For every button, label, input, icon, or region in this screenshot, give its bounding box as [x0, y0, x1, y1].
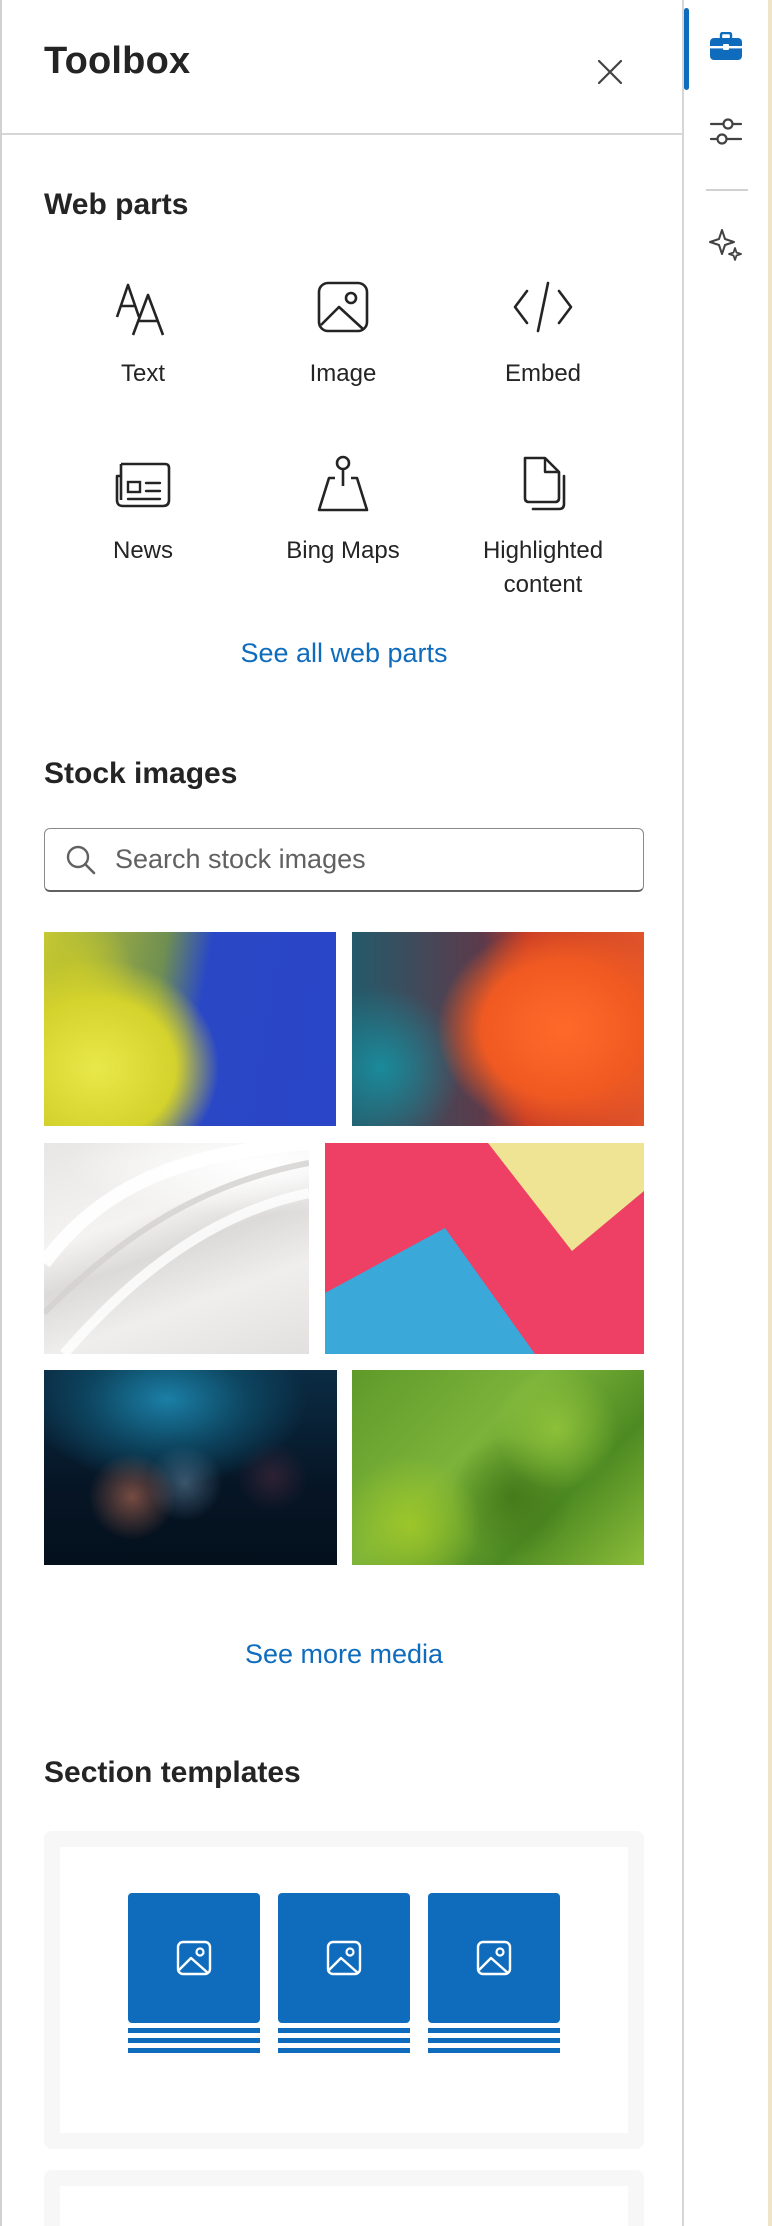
webpart-highlighted-content[interactable]: Highlighted content: [443, 452, 643, 602]
right-rail: [684, 0, 772, 2226]
stock-image-orange-teal-powder[interactable]: [352, 932, 644, 1126]
webpart-news[interactable]: News: [43, 452, 243, 568]
stock-image-blue-bokeh[interactable]: [44, 1370, 337, 1565]
toolbox-tab-button[interactable]: [684, 2, 768, 92]
webpart-label: Embed: [504, 360, 582, 387]
webpart-text[interactable]: Text: [43, 275, 243, 391]
close-icon: [597, 59, 623, 85]
template-preview: [60, 2186, 628, 2226]
settings-tab-button[interactable]: [684, 86, 768, 176]
template-column: [128, 1893, 260, 2053]
code-icon: [513, 281, 573, 333]
webpart-embed[interactable]: Embed: [443, 275, 643, 391]
webpart-label: Bing Maps: [286, 537, 400, 564]
rail-divider: [706, 189, 748, 191]
webpart-label: Highlighted content: [482, 537, 604, 598]
section-templates-heading: Section templates: [44, 1756, 301, 1789]
map-pin-icon: [317, 455, 369, 512]
search-input[interactable]: [115, 844, 643, 875]
template-preview: [60, 1847, 628, 2133]
stock-image-green-bokeh[interactable]: [352, 1370, 644, 1565]
template-column: [278, 1893, 410, 2053]
stock-image-colored-paper[interactable]: [325, 1143, 644, 1354]
panel-header: Toolbox: [2, 0, 682, 135]
webpart-bing-maps[interactable]: Bing Maps: [243, 452, 443, 568]
settings-sliders-icon: [709, 118, 743, 145]
webpart-label: Image: [309, 360, 377, 387]
image-icon: [176, 1940, 212, 1976]
news-icon: [115, 462, 171, 508]
image-icon: [317, 281, 369, 333]
see-more-media-link[interactable]: See more media: [2, 1639, 682, 1670]
see-all-web-parts-link[interactable]: See all web parts: [2, 638, 682, 669]
toolbox-icon: [710, 32, 742, 60]
text-font-icon: [115, 283, 165, 336]
stock-image-yellow-blue-powder[interactable]: [44, 932, 336, 1126]
copilot-tab-button[interactable]: [684, 199, 768, 289]
web-parts-heading: Web parts: [44, 188, 189, 221]
toolbox-panel: Toolbox Web parts Text Image Embed News …: [0, 0, 684, 2226]
webpart-label: News: [112, 537, 173, 564]
webpart-label: Text: [120, 360, 165, 387]
panel-title: Toolbox: [44, 40, 191, 82]
webpart-image[interactable]: Image: [243, 275, 443, 391]
sparkle-icon: [709, 229, 742, 261]
image-icon: [326, 1940, 362, 1976]
image-icon: [476, 1940, 512, 1976]
rail-edge: [768, 0, 772, 2226]
search-stock-images-field[interactable]: [44, 828, 644, 892]
stock-image-white-curves[interactable]: [44, 1143, 309, 1354]
section-template-next[interactable]: [44, 2170, 644, 2226]
template-column: [428, 1893, 560, 2053]
stock-images-heading: Stock images: [44, 757, 238, 790]
search-icon: [65, 844, 101, 876]
document-copy-icon: [523, 456, 566, 511]
close-button[interactable]: [588, 50, 632, 94]
section-template-three-column[interactable]: [44, 1831, 644, 2149]
